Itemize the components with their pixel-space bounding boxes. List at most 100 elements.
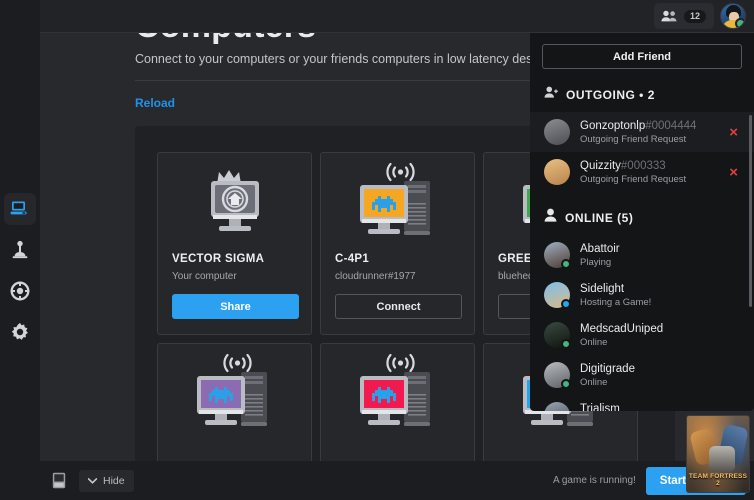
friends-count-badge: 12 xyxy=(684,10,706,23)
share-button[interactable]: Share xyxy=(172,294,299,319)
friend-avatar xyxy=(544,322,570,348)
computer-card-name: C-4P1 xyxy=(321,251,369,265)
top-bar: 12 xyxy=(0,0,754,33)
friend-avatar xyxy=(544,119,570,145)
sidebar-item-support[interactable] xyxy=(0,270,40,311)
reload-link[interactable]: Reload xyxy=(135,96,175,110)
friend-row[interactable]: SidelightHosting a Game! xyxy=(530,275,754,315)
friend-username: Quizzity xyxy=(580,160,621,172)
friend-status-dot xyxy=(561,379,571,389)
friend-status: Online xyxy=(580,375,746,388)
game-running-status: A game is running! xyxy=(553,475,636,486)
friend-status-dot xyxy=(561,259,571,269)
cancel-request-icon[interactable]: × xyxy=(721,165,746,180)
computer-card[interactable]: VECTOR SIGMAYour computer Share xyxy=(157,152,312,335)
friend-name: Gonzoptonlp#0004444 xyxy=(580,120,721,132)
hide-button[interactable]: Hide xyxy=(79,470,134,492)
computer-icon xyxy=(10,200,30,218)
friends-panel: Add Friend OUTGOING • 2 Gonzoptonlp#00044… xyxy=(530,33,754,411)
computer-card-owner xyxy=(484,444,498,450)
friend-tag: #0004444 xyxy=(645,120,696,132)
sidebar-item-settings[interactable] xyxy=(0,311,40,352)
friends-section-header: ONLINE (5) xyxy=(530,192,754,235)
computer-card-art xyxy=(158,153,311,251)
friend-avatar xyxy=(544,242,570,268)
top-bar-actions: 12 xyxy=(654,3,746,29)
friend-text: Quizzity#000333Outgoing Friend Request xyxy=(570,160,721,185)
chevron-down-icon xyxy=(88,475,97,487)
friend-name: Digitigrade xyxy=(580,363,746,375)
add-friend-button[interactable]: Add Friend xyxy=(542,44,742,69)
computer-card-owner xyxy=(321,444,335,450)
friend-text: TrialismOnline xyxy=(570,403,746,412)
friend-row[interactable]: DigitigradeOnline xyxy=(530,355,754,395)
friend-username: Abattoir xyxy=(580,243,620,255)
friends-panel-scroll: Add Friend OUTGOING • 2 Gonzoptonlp#00044… xyxy=(530,33,754,411)
game-thumbnail-title: TEAM FORTRESS 2 xyxy=(687,473,749,487)
friend-text: AbattoirPlaying xyxy=(570,243,746,268)
friend-username: Trialism xyxy=(580,403,620,412)
friend-status: Hosting a Game! xyxy=(580,295,746,308)
home-monitor-crown-icon xyxy=(187,159,283,245)
friend-text: MedscadUnipedOnline xyxy=(570,323,746,348)
cancel-request-icon[interactable]: × xyxy=(721,125,746,140)
friend-name: Quizzity#000333 xyxy=(580,160,721,172)
computer-card-art xyxy=(321,153,474,251)
friend-text: SidelightHosting a Game! xyxy=(570,283,746,308)
computer-card[interactable]: C-4P1cloudrunner#1977 Connect xyxy=(320,152,475,335)
friend-text: Gonzoptonlp#0004444Outgoing Friend Reque… xyxy=(570,120,721,145)
friend-username: MedscadUniped xyxy=(580,323,663,335)
game-thumbnail[interactable]: TEAM FORTRESS 2 xyxy=(686,415,750,493)
friends-section-header: OUTGOING • 2 xyxy=(530,69,754,112)
computer-card-owner: cloudrunner#1977 xyxy=(321,265,416,282)
friends-sections: OUTGOING • 2Gonzoptonlp#0004444Outgoing … xyxy=(530,69,754,411)
friend-row[interactable]: TrialismOnline xyxy=(530,395,754,411)
rail-items xyxy=(0,188,40,352)
friend-name: Sidelight xyxy=(580,283,746,295)
computer-card-owner: Your computer xyxy=(158,265,237,282)
friend-row[interactable]: Gonzoptonlp#0004444Outgoing Friend Reque… xyxy=(530,112,754,152)
friend-name: MedscadUniped xyxy=(580,323,746,335)
friend-status: Outgoing Friend Request xyxy=(580,172,721,185)
person-icon xyxy=(544,208,557,227)
friend-avatar xyxy=(544,402,570,411)
tower-monitor-icon xyxy=(346,350,450,436)
friend-name: Abattoir xyxy=(580,243,746,255)
tower-monitor-icon xyxy=(183,350,287,436)
friends-group-icon xyxy=(661,10,677,22)
friends-button[interactable]: 12 xyxy=(654,3,714,29)
computer-card-art xyxy=(158,344,311,442)
friend-name: Trialism xyxy=(580,403,746,412)
friend-status-dot xyxy=(561,299,571,309)
friend-row[interactable]: AbattoirPlaying xyxy=(530,235,754,275)
user-avatar[interactable] xyxy=(720,3,746,29)
tower-monitor-icon xyxy=(346,159,450,245)
computer-card-art xyxy=(321,344,474,442)
friend-tag: #000333 xyxy=(621,160,666,172)
friend-row[interactable]: Quizzity#000333Outgoing Friend Request× xyxy=(530,152,754,192)
person-add-icon xyxy=(544,85,558,104)
status-badge xyxy=(735,18,746,29)
computer-card-name: VECTOR SIGMA xyxy=(158,251,264,265)
monitor-icon[interactable] xyxy=(52,472,66,489)
friend-avatar xyxy=(544,159,570,185)
left-rail xyxy=(0,0,40,500)
joystick-icon xyxy=(10,240,30,260)
sidebar-item-games[interactable] xyxy=(0,229,40,270)
computer-card[interactable] xyxy=(157,343,312,461)
computer-card-owner xyxy=(158,444,172,450)
friends-panel-scrollbar[interactable] xyxy=(749,115,752,307)
gear-icon xyxy=(10,322,30,342)
friend-status-dot xyxy=(561,339,571,349)
sidebar-item-computers[interactable] xyxy=(0,188,40,229)
friend-row[interactable]: MedscadUnipedOnline xyxy=(530,315,754,355)
app-window: 12 xyxy=(0,0,754,500)
friend-status: Playing xyxy=(580,255,746,268)
connect-button[interactable]: Connect xyxy=(335,294,462,319)
friend-text: DigitigradeOnline xyxy=(570,363,746,388)
friend-username: Sidelight xyxy=(580,283,624,295)
computer-card[interactable] xyxy=(320,343,475,461)
friends-section-label: OUTGOING • 2 xyxy=(566,88,655,102)
friend-status: Outgoing Friend Request xyxy=(580,132,721,145)
hide-button-label: Hide xyxy=(103,475,125,487)
